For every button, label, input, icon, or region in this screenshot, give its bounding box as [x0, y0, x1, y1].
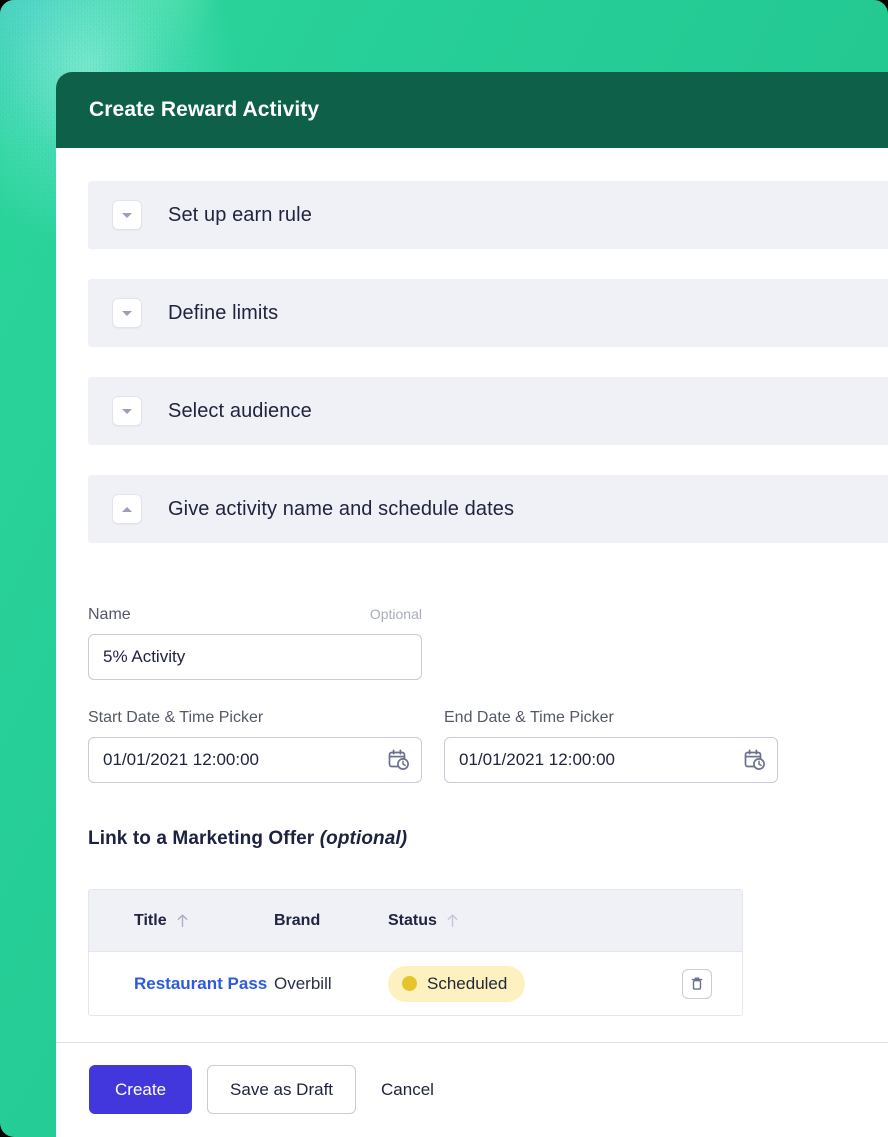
start-date-label: Start Date & Time Picker — [88, 709, 264, 726]
modal-footer: Create Save as Draft Cancel — [56, 1042, 888, 1137]
offer-brand-value: Overbill — [274, 973, 332, 993]
status-badge-label: Scheduled — [427, 973, 508, 993]
start-date-group: Start Date & Time Picker 01/01/2021 12:0… — [88, 709, 422, 783]
accordion-label-earn-rule: Set up earn rule — [168, 203, 312, 226]
modal-body: Set up earn rule Define limits Select au… — [56, 148, 888, 1042]
delete-offer-button[interactable] — [682, 968, 712, 999]
column-header-title[interactable]: Title — [89, 912, 274, 930]
table-header-row: Title Brand Status — [89, 890, 742, 952]
calendar-clock-icon[interactable] — [387, 748, 411, 772]
sort-ascending-icon[interactable] — [446, 913, 459, 928]
cell-brand: Overbill — [274, 974, 388, 994]
marketing-offer-heading-optional: (optional) — [319, 828, 408, 849]
save-as-draft-button[interactable]: Save as Draft — [207, 1065, 357, 1114]
name-and-schedule-panel: Name Optional 5% Activity Start Date & T… — [56, 573, 888, 1016]
accordion-section-select-audience[interactable]: Select audience — [88, 377, 888, 445]
end-date-value: 01/01/2021 12:00:00 — [459, 750, 615, 769]
status-dot-icon — [402, 976, 417, 991]
accordion-toggle-name-and-dates[interactable] — [112, 494, 142, 524]
accordion-toggle-define-limits[interactable] — [112, 298, 142, 328]
name-input-value: 5% Activity — [103, 647, 186, 666]
column-header-status[interactable]: Status — [388, 912, 652, 930]
end-date-group: End Date & Time Picker 01/01/2021 12:00:… — [444, 709, 778, 783]
column-header-title-label: Title — [134, 911, 167, 929]
accordion-toggle-select-audience[interactable] — [112, 396, 142, 426]
cell-actions — [652, 968, 742, 999]
chevron-up-icon — [122, 506, 132, 512]
accordion-section-define-limits[interactable]: Define limits — [88, 279, 888, 347]
end-date-label: End Date & Time Picker — [444, 709, 614, 726]
page-title: Create Reward Activity — [89, 98, 320, 121]
start-date-input[interactable]: 01/01/2021 12:00:00 — [88, 737, 422, 783]
start-date-value: 01/01/2021 12:00:00 — [103, 750, 259, 769]
cell-title: Restaurant Pass — [89, 974, 274, 994]
marketing-offer-heading: Link to a Marketing Offer (optional) — [88, 828, 888, 850]
chevron-down-icon — [122, 408, 132, 414]
chevron-down-icon — [122, 310, 132, 316]
status-badge: Scheduled — [388, 965, 526, 1002]
column-header-status-label: Status — [388, 911, 437, 929]
accordion-label-select-audience: Select audience — [168, 399, 312, 422]
cell-status: Scheduled — [388, 965, 652, 1002]
name-label: Name — [88, 606, 131, 623]
chevron-down-icon — [122, 212, 132, 218]
marketing-offer-table: Title Brand Status Restaurant Pass Overb… — [88, 889, 743, 1016]
trash-icon — [691, 977, 703, 990]
name-optional-hint: Optional — [369, 606, 422, 622]
calendar-clock-icon[interactable] — [743, 748, 767, 772]
accordion-label-define-limits: Define limits — [168, 301, 279, 324]
accordion-toggle-earn-rule[interactable] — [112, 200, 142, 230]
offer-title-link[interactable]: Restaurant Pass — [134, 974, 267, 993]
column-header-brand[interactable]: Brand — [274, 912, 388, 930]
accordion-label-name-and-dates: Give activity name and schedule dates — [168, 497, 515, 520]
marketing-offer-heading-main: Link to a Marketing Offer — [88, 828, 320, 849]
create-reward-activity-modal: Create Reward Activity Set up earn rule … — [56, 72, 888, 1137]
date-row: Start Date & Time Picker 01/01/2021 12:0… — [88, 709, 888, 783]
sort-ascending-icon[interactable] — [176, 913, 189, 928]
column-header-brand-label: Brand — [274, 911, 321, 929]
create-button[interactable]: Create — [89, 1065, 193, 1114]
cancel-button[interactable]: Cancel — [371, 1065, 444, 1114]
end-date-input[interactable]: 01/01/2021 12:00:00 — [444, 737, 778, 783]
name-input[interactable]: 5% Activity — [88, 634, 422, 680]
accordion-section-name-and-dates[interactable]: Give activity name and schedule dates — [88, 475, 888, 543]
name-label-row: Name Optional — [88, 606, 422, 624]
modal-header: Create Reward Activity — [56, 72, 888, 148]
accordion-section-earn-rule[interactable]: Set up earn rule — [88, 181, 888, 249]
table-row: Restaurant Pass Overbill Scheduled — [89, 952, 742, 1015]
